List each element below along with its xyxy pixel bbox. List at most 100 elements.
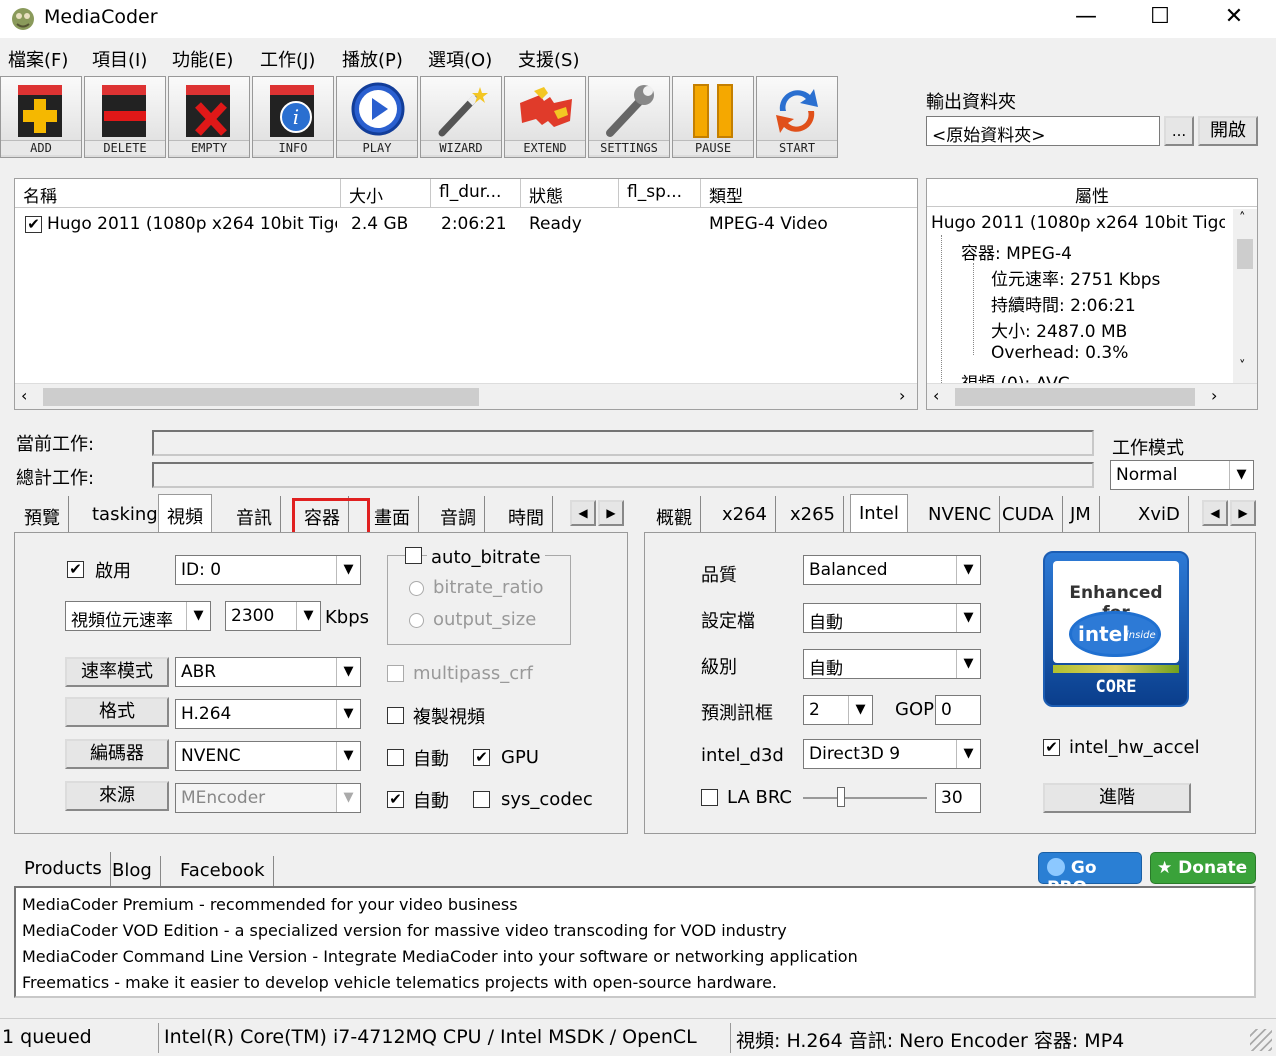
sys-codec-checkbox[interactable] — [473, 791, 490, 808]
add-button[interactable]: ADD — [0, 76, 82, 158]
auto-encoder-checkbox[interactable] — [387, 749, 404, 766]
scroll-thumb[interactable] — [955, 388, 1195, 406]
scroll-thumb[interactable] — [43, 388, 479, 406]
source-select[interactable]: MEncoder ▼ — [175, 783, 361, 813]
file-list[interactable]: 名稱 大小 fl_dur... 狀態 fl_sp... 類型 ✔ Hugo 20… — [14, 178, 918, 410]
properties-panel[interactable]: 屬性 Hugo 2011 (1080p x264 10bit Tigole).r… — [926, 178, 1258, 410]
tab-preview[interactable]: 預覽 — [16, 496, 69, 532]
news-line[interactable]: MediaCoder VOD Edition - a specialized v… — [22, 918, 1248, 944]
intel-d3d-select[interactable]: Direct3D 9 ▼ — [803, 739, 981, 769]
auto-bitrate-checkbox[interactable] — [405, 547, 422, 564]
wizard-button[interactable]: WIZARD — [420, 76, 502, 158]
open-folder-button[interactable]: 開啟 — [1198, 116, 1258, 146]
close-button[interactable]: ✕ — [1212, 4, 1256, 32]
bitrate-value-select[interactable]: 2300 ▼ — [225, 601, 321, 631]
news-line[interactable]: Freematics - make it easier to develop v… — [22, 970, 1248, 996]
tab-intel[interactable]: Intel — [850, 494, 908, 534]
menu-play[interactable]: 播放(P) — [342, 46, 403, 72]
gpu-checkbox[interactable]: ✔ — [473, 749, 490, 766]
column-header-type[interactable]: 類型 — [701, 179, 917, 207]
go-pro-button[interactable]: Go PRO — [1038, 852, 1142, 898]
tab-scroll-right-icon[interactable]: ▶ — [598, 500, 624, 526]
column-header-size[interactable]: 大小 — [341, 179, 431, 207]
file-list-h-scrollbar[interactable]: ‹ › — [15, 383, 917, 409]
scroll-left-icon[interactable]: ‹ — [933, 386, 939, 405]
encoder-button[interactable]: 編碼器 — [65, 739, 169, 769]
output-size-radio[interactable] — [409, 613, 424, 628]
gop-input[interactable]: 0 — [935, 695, 981, 725]
bframes-select[interactable]: 2 ▼ — [803, 695, 873, 725]
tab-video[interactable]: 視頻 — [158, 494, 212, 534]
rate-mode-select[interactable]: ABR ▼ — [175, 657, 361, 687]
play-button[interactable]: PLAY — [336, 76, 418, 158]
settings-button[interactable]: SETTINGS — [588, 76, 670, 158]
output-folder-input[interactable]: <原始資料夾> — [926, 116, 1160, 146]
tab-overview[interactable]: 概觀 — [648, 496, 701, 532]
extend-button[interactable]: EXTEND — [504, 76, 586, 158]
menu-job[interactable]: 工作(J) — [260, 46, 315, 72]
browse-button[interactable]: ... — [1164, 116, 1194, 146]
bitrate-ratio-radio[interactable] — [409, 581, 424, 596]
menu-item[interactable]: 項目(I) — [92, 46, 147, 72]
column-header-speed[interactable]: fl_sp... — [619, 179, 701, 207]
minimize-button[interactable]: — — [1064, 4, 1108, 32]
la-brc-slider-thumb[interactable] — [837, 787, 845, 807]
properties-h-scrollbar[interactable]: ‹ › — [927, 383, 1257, 409]
profile-select[interactable]: 自動 ▼ — [803, 603, 981, 633]
start-button[interactable]: START — [756, 76, 838, 158]
rate-mode-button[interactable]: 速率模式 — [65, 657, 169, 687]
scroll-thumb[interactable] — [1237, 239, 1253, 269]
column-header-status[interactable]: 狀態 — [521, 179, 619, 207]
tab-tasking[interactable]: tasking — [84, 496, 167, 532]
format-button[interactable]: 格式 — [65, 697, 169, 727]
copy-video-checkbox[interactable] — [387, 707, 404, 724]
intel-hw-accel-checkbox[interactable]: ✔ — [1043, 739, 1060, 756]
info-button[interactable]: i INFO — [252, 76, 334, 158]
source-button[interactable]: 來源 — [65, 781, 169, 811]
stream-id-select[interactable]: ID: 0 ▼ — [175, 555, 361, 585]
work-mode-select[interactable]: Normal ▼ — [1110, 460, 1254, 490]
scroll-right-icon[interactable]: › — [1211, 386, 1217, 405]
level-select[interactable]: 自動 ▼ — [803, 649, 981, 679]
tab-tone[interactable]: 音調 — [432, 496, 485, 532]
tab-products[interactable]: Products — [16, 852, 111, 886]
news-line[interactable]: MediaCoder Command Line Version - Integr… — [22, 944, 1248, 970]
menu-file[interactable]: 檔案(F) — [8, 46, 68, 72]
empty-button[interactable]: EMPTY — [168, 76, 250, 158]
auto-source-checkbox[interactable]: ✔ — [387, 791, 404, 808]
properties-v-scrollbar[interactable]: ˄ ˅ — [1233, 209, 1257, 383]
format-select[interactable]: H.264 ▼ — [175, 699, 361, 729]
tab-xvid[interactable]: XviD — [1130, 496, 1189, 532]
tab-blog[interactable]: Blog — [104, 856, 161, 886]
row-checkbox[interactable]: ✔ — [25, 216, 42, 233]
la-brc-checkbox[interactable] — [701, 789, 718, 806]
multipass-crf-checkbox[interactable] — [387, 665, 404, 682]
column-header-duration[interactable]: fl_dur... — [431, 179, 521, 207]
tab-scroll-left-icon[interactable]: ◀ — [1202, 500, 1228, 526]
scroll-down-icon[interactable]: ˅ — [1239, 359, 1246, 374]
scroll-left-icon[interactable]: ‹ — [21, 386, 27, 405]
scroll-up-icon[interactable]: ˄ — [1239, 211, 1246, 226]
tab-facebook[interactable]: Facebook — [172, 856, 274, 886]
tab-x264[interactable]: x264 — [714, 496, 777, 532]
tab-picture[interactable]: 畫面 — [366, 496, 419, 532]
tab-x265[interactable]: x265 — [782, 496, 845, 532]
pause-button[interactable]: PAUSE — [672, 76, 754, 158]
scroll-right-icon[interactable]: › — [899, 386, 905, 405]
tab-time[interactable]: 時間 — [500, 496, 553, 532]
delete-button[interactable]: DELETE — [84, 76, 166, 158]
encoder-select[interactable]: NVENC ▼ — [175, 741, 361, 771]
quality-select[interactable]: Balanced ▼ — [803, 555, 981, 585]
tab-audio[interactable]: 音訊 — [228, 496, 281, 532]
tab-scroll-right-icon[interactable]: ▶ — [1230, 500, 1256, 526]
advanced-button[interactable]: 進階 — [1043, 783, 1191, 813]
la-brc-input[interactable]: 30 — [935, 783, 981, 813]
tab-cuda[interactable]: CUDA — [994, 496, 1063, 532]
tab-nvenc[interactable]: NVENC — [920, 496, 1001, 532]
tab-jm[interactable]: JM — [1062, 496, 1100, 532]
menu-support[interactable]: 支援(S) — [518, 46, 579, 72]
table-row[interactable]: ✔ Hugo 2011 (1080p x264 10bit Tigo... 2.… — [15, 209, 917, 239]
donate-button[interactable]: ★ Donate — [1150, 852, 1256, 884]
column-header-name[interactable]: 名稱 — [15, 179, 341, 207]
menu-options[interactable]: 選項(O) — [428, 46, 492, 72]
